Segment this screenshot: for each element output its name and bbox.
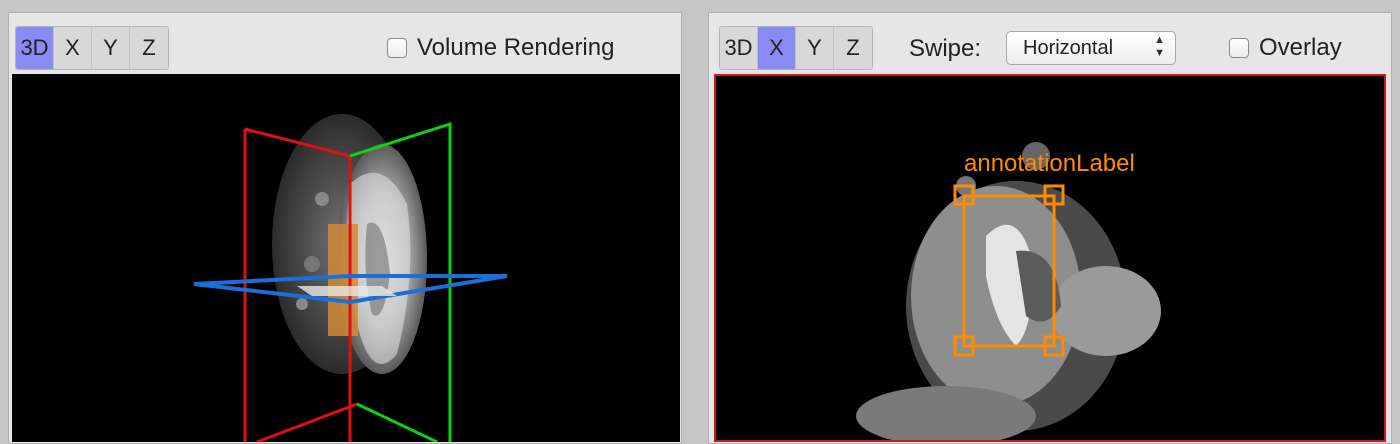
view-3d-button[interactable]: 3D [720,27,758,69]
view-y-button[interactable]: Y [796,27,834,69]
view-button-group: 3D X Y Z [719,26,873,70]
panel-x-view: 3D X Y Z Swipe: Horizontal ▲ ▼ Overlay a… [708,12,1392,444]
renderer-3d[interactable] [12,74,680,442]
view-button-group: 3D X Y Z [15,26,169,70]
view-x-button[interactable]: X [54,27,92,69]
overlay-toggle[interactable]: Overlay [1229,33,1342,63]
swipe-label: Swipe: [909,35,982,62]
overlay-checkbox[interactable] [1229,38,1249,58]
renderer-x-slice[interactable]: annotationLabel [714,74,1386,442]
view-3d-button[interactable]: 3D [16,27,54,69]
select-arrows-icon: ▲ ▼ [1154,34,1165,59]
toolbar-3d: 3D X Y Z Volume Rendering [9,13,681,73]
panel-3d-view: 3D X Y Z Volume Rendering [8,12,682,444]
slice-x [856,142,1161,440]
view-y-button[interactable]: Y [92,27,130,69]
view-x-button[interactable]: X [758,27,796,69]
view-z-button[interactable]: Z [130,27,168,69]
swipe-select-value: Horizontal [1023,37,1114,59]
view-z-button[interactable]: Z [834,27,872,69]
scene-3d [193,114,508,442]
annotation-label: annotationLabel [964,150,1135,177]
volume-rendering-checkbox[interactable] [387,38,407,58]
overlay-label: Overlay [1259,34,1342,61]
volume-rendering-toggle[interactable]: Volume Rendering [387,33,614,63]
toolbar-x: 3D X Y Z Swipe: Horizontal ▲ ▼ Overlay [709,13,1391,73]
volume-rendering-label: Volume Rendering [417,34,615,61]
swipe-select[interactable]: Horizontal ▲ ▼ [1006,31,1176,65]
brain-slice [856,142,1161,440]
annotation-box-3d [328,224,358,336]
